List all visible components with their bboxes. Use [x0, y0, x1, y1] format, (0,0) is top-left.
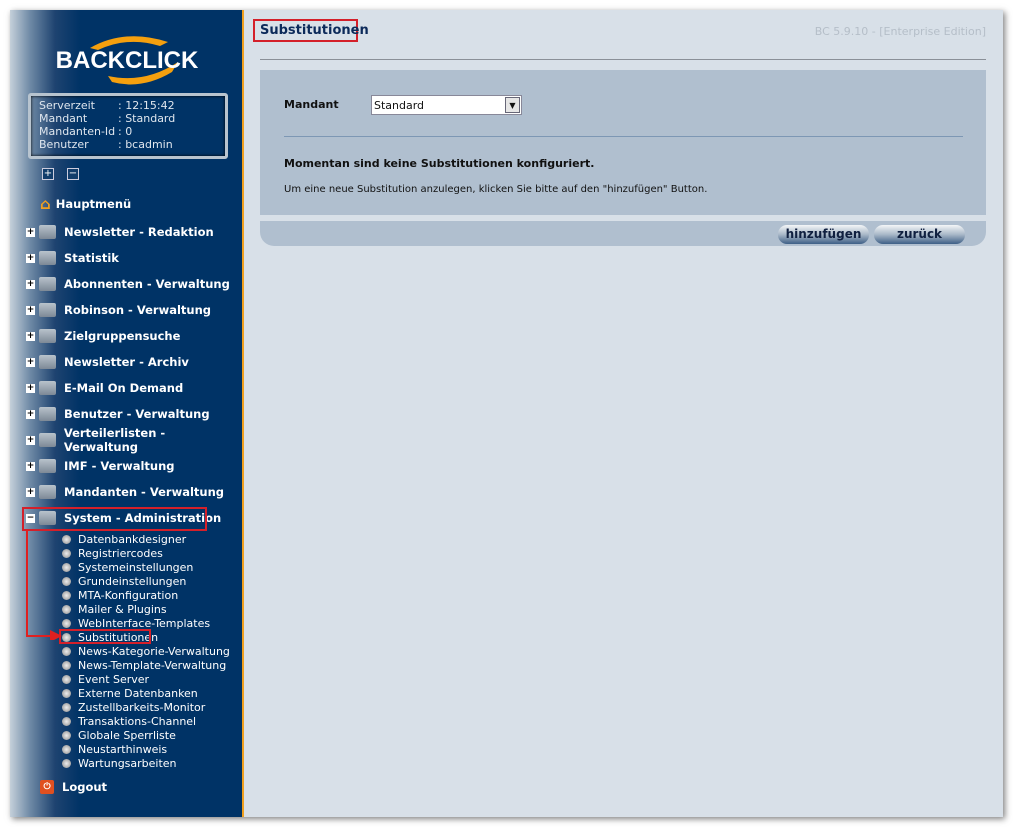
submenu-item[interactable]: MTA-Konfiguration: [62, 588, 178, 602]
main-content: Substitutionen BC 5.9.10 - [Enterprise E…: [246, 10, 1003, 817]
folder-icon: [39, 381, 56, 395]
expand-icon: +: [26, 434, 35, 445]
submenu-item[interactable]: WebInterface-Templates: [62, 616, 210, 630]
hint-text: Um eine neue Substitution anzulegen, kli…: [284, 184, 708, 195]
bullet-icon: [62, 758, 71, 768]
submenu-item[interactable]: Externe Datenbanken: [62, 686, 198, 700]
submenu-item[interactable]: Event Server: [62, 672, 149, 686]
menu-item[interactable]: + Mandanten - Verwaltung: [26, 482, 224, 502]
submenu-item[interactable]: Zustellbarkeits-Monitor: [62, 700, 205, 714]
folder-icon: [39, 355, 56, 369]
menu-hauptmenu[interactable]: ⌂ Hauptmenü: [40, 194, 131, 214]
highlight-box: [59, 629, 151, 644]
submenu-item[interactable]: Neustarthinweis: [62, 742, 167, 756]
backclick-logo: BACKCLICK: [56, 36, 199, 85]
folder-icon: [39, 407, 56, 421]
bullet-icon: [62, 702, 71, 712]
info-row: Serverzeit: 12:15:42: [39, 99, 175, 112]
highlight-box: [22, 507, 207, 531]
expand-icon: +: [26, 252, 35, 263]
expand-icon: +: [26, 382, 35, 393]
mandant-label: Mandant: [284, 98, 339, 111]
status-message: Momentan sind keine Substitutionen konfi…: [284, 157, 595, 170]
back-button[interactable]: zurück: [874, 225, 965, 244]
bullet-icon: [62, 646, 71, 656]
bullet-icon: [62, 660, 71, 670]
menu-logout[interactable]: ⏻ Logout: [40, 777, 107, 797]
bullet-icon: [62, 674, 71, 684]
power-icon: ⏻: [40, 780, 54, 794]
expand-icon: +: [26, 408, 35, 419]
bullet-icon: [62, 744, 71, 754]
chevron-down-icon[interactable]: ▼: [505, 97, 520, 113]
collapse-all-button[interactable]: −: [67, 168, 79, 180]
home-icon: ⌂: [40, 195, 51, 213]
submenu-item[interactable]: Globale Sperrliste: [62, 728, 176, 742]
bullet-icon: [62, 730, 71, 740]
submenu-item[interactable]: News-Kategorie-Verwaltung: [62, 644, 230, 658]
menu-item[interactable]: + Newsletter - Redaktion: [26, 222, 214, 242]
info-row: Benutzer: bcadmin: [39, 138, 173, 151]
folder-icon: [39, 251, 56, 265]
divider: [260, 59, 986, 60]
bullet-icon: [62, 716, 71, 726]
folder-icon: [39, 329, 56, 343]
server-info-box: Serverzeit: 12:15:42 Mandant: Standard Man…: [28, 93, 228, 159]
sidebar: BACKCLICK Serverzeit: 12:15:42 Mandant: S…: [10, 10, 244, 817]
folder-icon: [39, 485, 56, 499]
expand-icon: +: [26, 356, 35, 367]
folder-icon: [39, 225, 56, 239]
expand-all-button[interactable]: +: [42, 168, 54, 180]
submenu-item[interactable]: News-Template-Verwaltung: [62, 658, 226, 672]
menu-item[interactable]: + E-Mail On Demand: [26, 378, 183, 398]
menu-item[interactable]: + Robinson - Verwaltung: [26, 300, 211, 320]
mandant-select[interactable]: Standard ▼: [371, 95, 522, 115]
submenu-item[interactable]: Mailer & Plugins: [62, 602, 167, 616]
menu-item[interactable]: + IMF - Verwaltung: [26, 456, 175, 476]
submenu-item[interactable]: Systemeinstellungen: [62, 560, 193, 574]
info-row: Mandanten-Id: 0: [39, 125, 133, 138]
menu-item[interactable]: + Zielgruppensuche: [26, 326, 180, 346]
menu-item[interactable]: + Statistik: [26, 248, 119, 268]
submenu-item[interactable]: Grundeinstellungen: [62, 574, 186, 588]
info-row: Mandant: Standard: [39, 112, 176, 125]
submenu-item[interactable]: Datenbankdesigner: [62, 532, 186, 546]
submenu-item[interactable]: Transaktions-Channel: [62, 714, 196, 728]
submenu-item[interactable]: Wartungsarbeiten: [62, 756, 177, 770]
app-window: BACKCLICK Serverzeit: 12:15:42 Mandant: S…: [10, 10, 1003, 817]
folder-icon: [39, 459, 56, 473]
svg-text:BACKCLICK: BACKCLICK: [56, 47, 199, 74]
add-button[interactable]: hinzufügen: [778, 225, 869, 244]
arrow-annotation: [26, 530, 62, 640]
folder-icon: [38, 433, 56, 447]
page-title: Substitutionen: [260, 23, 369, 38]
expand-icon: +: [26, 460, 35, 471]
expand-icon: +: [26, 278, 35, 289]
menu-item[interactable]: + Abonnenten - Verwaltung: [26, 274, 230, 294]
expand-icon: +: [26, 226, 35, 237]
expand-icon: +: [26, 486, 35, 497]
button-bar: hinzufügen zurück: [260, 221, 986, 246]
divider: [284, 136, 963, 137]
menu-item[interactable]: + Benutzer - Verwaltung: [26, 404, 210, 424]
expand-icon: +: [26, 304, 35, 315]
submenu-item[interactable]: Registriercodes: [62, 546, 163, 560]
content-panel: Mandant Standard ▼ Momentan sind keine Su…: [260, 70, 986, 215]
expand-icon: +: [26, 330, 35, 341]
folder-icon: [39, 277, 56, 291]
menu-item[interactable]: + Newsletter - Archiv: [26, 352, 189, 372]
bullet-icon: [62, 688, 71, 698]
menu-item[interactable]: + Verteilerlisten - Verwaltung: [26, 426, 242, 454]
version-label: BC 5.9.10 - [Enterprise Edition]: [814, 25, 986, 38]
folder-icon: [39, 303, 56, 317]
